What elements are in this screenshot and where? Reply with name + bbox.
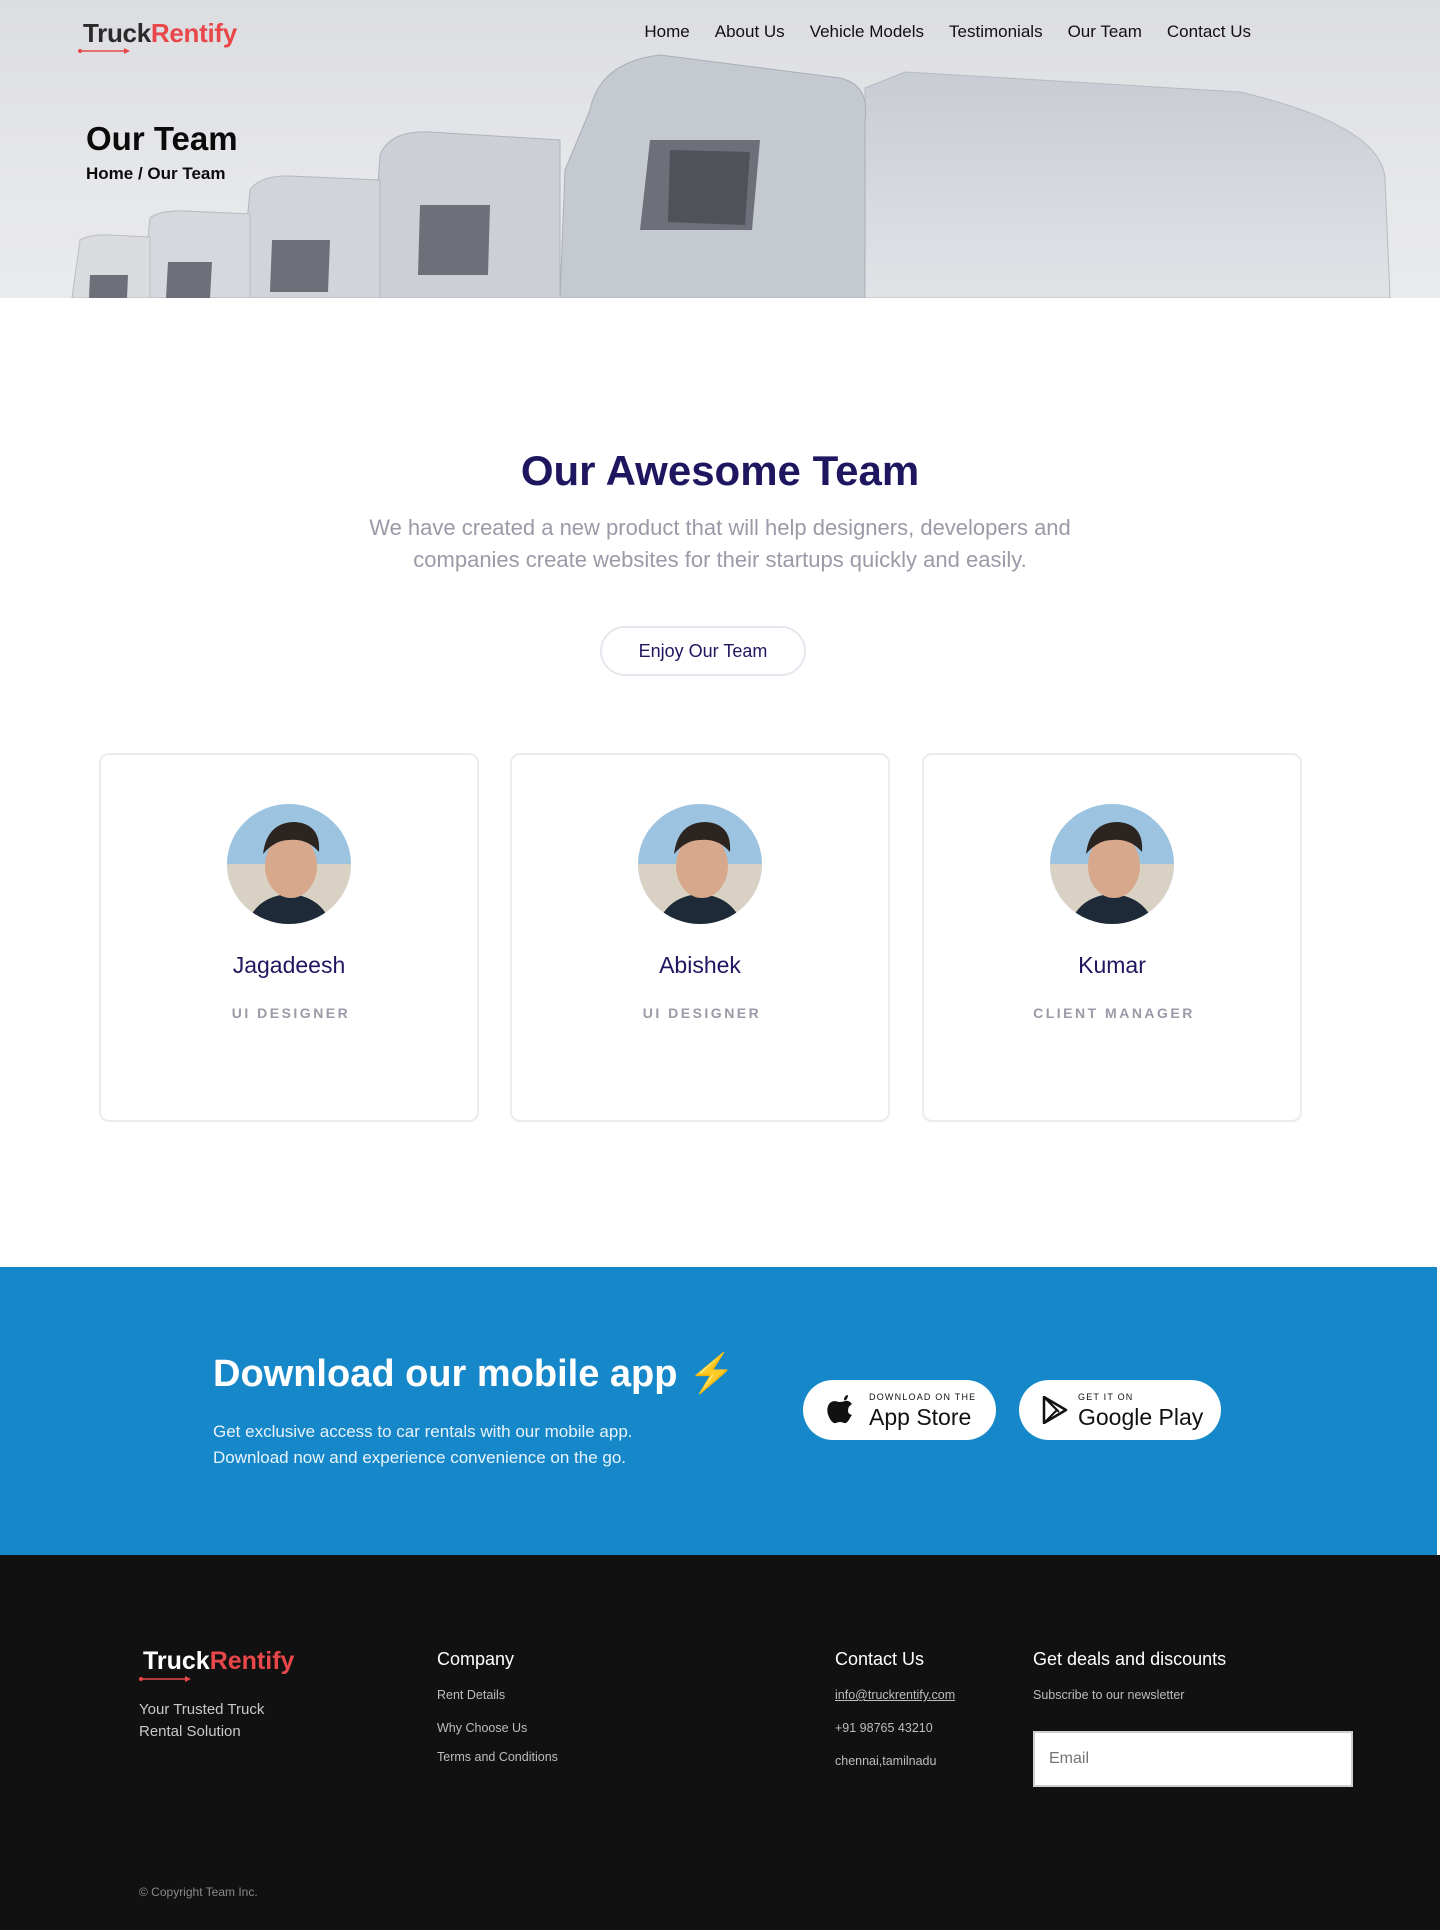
footer-contact-heading: Contact Us — [835, 1649, 925, 1669]
avatar — [638, 804, 762, 924]
team-heading: Our Awesome Team — [520, 447, 920, 494]
footer-address: chennai,tamilnadu — [835, 1754, 937, 1768]
footer-deals-heading: Get deals and discounts — [1033, 1649, 1227, 1669]
app-store-label: App Store — [869, 1404, 972, 1430]
footer-company-heading: Company — [437, 1649, 515, 1669]
footer: TruckRentify Your Trusted Truck Rental S… — [0, 1555, 1440, 1930]
footer-logo-part2: Rentify — [209, 1647, 295, 1675]
mobile-app-section: Download our mobile app ⚡ Get exclusive … — [0, 1267, 1437, 1555]
team-card[interactable]: Abishek UI DESIGNER — [510, 753, 890, 1122]
member-role: UI DESIGNER — [231, 1005, 351, 1021]
footer-link-why-choose-us[interactable]: Why Choose Us — [437, 1721, 527, 1735]
app-heading: Download our mobile app ⚡ — [213, 1352, 735, 1396]
team-card[interactable]: Kumar CLIENT MANAGER — [922, 753, 1302, 1122]
apple-icon — [827, 1395, 852, 1424]
footer-tagline: Your Trusted Truck Rental Solution — [139, 1701, 265, 1740]
team-subtitle: We have created a new product that will … — [369, 515, 1071, 572]
app-store-small-label: DOWNLOAD ON THE — [869, 1392, 977, 1402]
member-name: Abishek — [659, 952, 741, 978]
app-heading-text: Download our mobile app — [213, 1353, 678, 1395]
app-store-button[interactable]: DOWNLOAD ON THE App Store — [803, 1380, 996, 1440]
member-name: Kumar — [1078, 952, 1146, 978]
member-role: CLIENT MANAGER — [1033, 1005, 1195, 1021]
footer-phone: +91 98765 43210 — [835, 1721, 933, 1735]
enjoy-team-button[interactable]: Enjoy Our Team — [600, 626, 806, 676]
copyright: © Copyright Team Inc. — [139, 1885, 258, 1899]
footer-logo[interactable]: TruckRentify — [143, 1647, 294, 1676]
avatar — [227, 804, 351, 924]
lightning-icon: ⚡ — [688, 1353, 736, 1395]
team-card[interactable]: Jagadeesh UI DESIGNER — [99, 753, 479, 1122]
newsletter-subtext: Subscribe to our newsletter — [1033, 1688, 1185, 1702]
newsletter-email-input[interactable] — [1033, 1731, 1353, 1787]
app-description: Get exclusive access to car rentals with… — [213, 1422, 633, 1467]
footer-link-rent-details[interactable]: Rent Details — [437, 1688, 505, 1702]
google-play-label: Google Play — [1078, 1404, 1204, 1430]
google-play-small-label: GET IT ON — [1078, 1392, 1134, 1402]
google-play-button[interactable]: GET IT ON Google Play — [1019, 1380, 1221, 1440]
footer-email-link[interactable]: info@truckrentify.com — [835, 1688, 955, 1702]
footer-link-terms[interactable]: Terms and Conditions — [437, 1750, 558, 1764]
member-role: UI DESIGNER — [642, 1005, 762, 1021]
logo-arrow-icon — [139, 1676, 191, 1682]
footer-logo-part1: Truck — [143, 1647, 210, 1675]
avatar — [1050, 804, 1174, 924]
member-name: Jagadeesh — [232, 952, 346, 978]
google-play-icon — [1042, 1396, 1068, 1424]
